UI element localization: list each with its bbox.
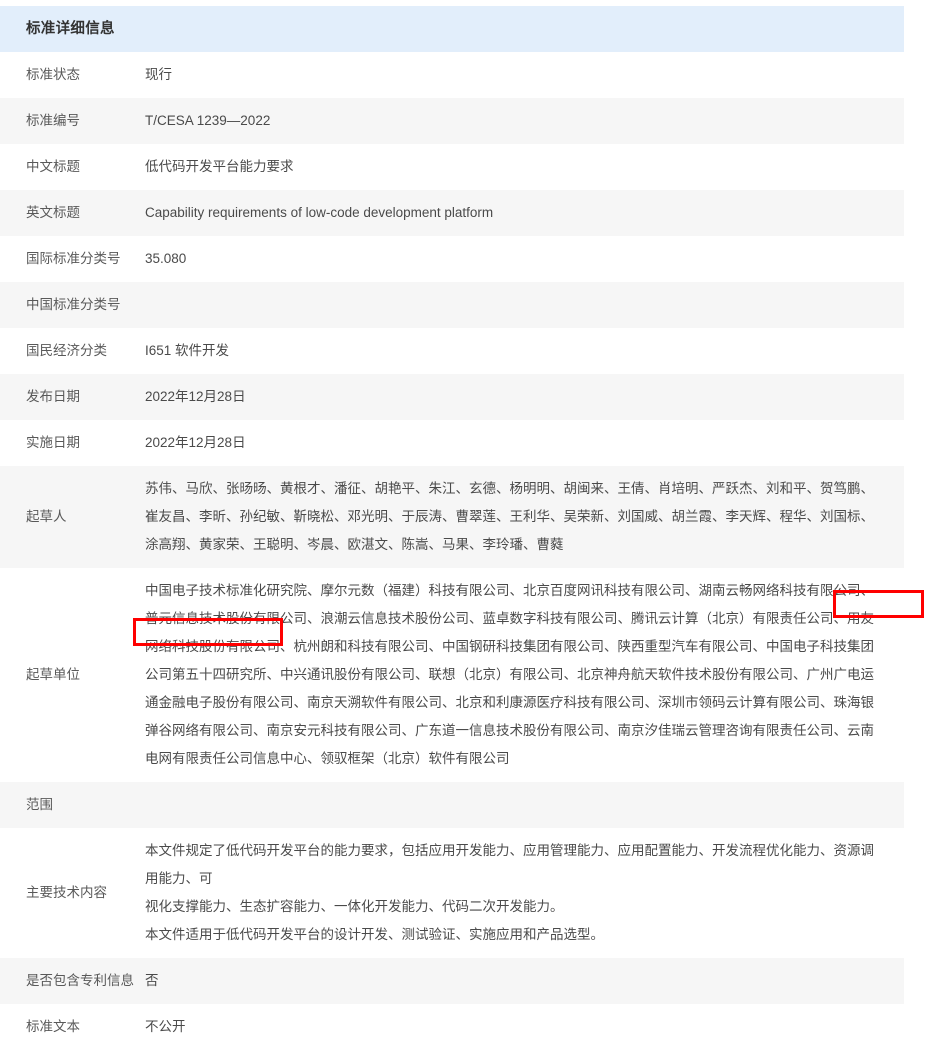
table-body: 标准详细信息 标准状态 现行 标准编号 T/CESA 1239—2022 中文标… <box>0 6 904 1050</box>
table-row-main-content: 主要技术内容 本文件规定了低代码开发平台的能力要求，包括应用开发能力、应用管理能… <box>0 828 904 958</box>
label-ics: 国际标准分类号 <box>0 236 145 282</box>
standard-detail-page: 标准详细信息 标准状态 现行 标准编号 T/CESA 1239—2022 中文标… <box>0 0 926 1050</box>
label-english-title: 英文标题 <box>0 190 145 236</box>
label-scope: 范围 <box>0 782 145 828</box>
table-row-drafters: 起草人 苏伟、马欣、张旸旸、黄根才、潘征、胡艳平、朱江、玄德、杨明明、胡闽来、王… <box>0 466 904 568</box>
value-publish-date: 2022年12月28日 <box>145 374 904 420</box>
table-row-chinese-title: 中文标题 低代码开发平台能力要求 <box>0 144 904 190</box>
label-number: 标准编号 <box>0 98 145 144</box>
main-content-line-2: 视化支撑能力、生态扩容能力、一体化开发能力、代码二次开发能力。 <box>145 899 564 914</box>
label-main-content: 主要技术内容 <box>0 828 145 958</box>
value-scope <box>145 782 904 828</box>
label-ccs: 中国标准分类号 <box>0 282 145 328</box>
value-english-title: Capability requirements of low-code deve… <box>145 190 904 236</box>
value-ccs <box>145 282 904 328</box>
label-economy-class: 国民经济分类 <box>0 328 145 374</box>
table-row-ccs: 中国标准分类号 <box>0 282 904 328</box>
value-ics: 35.080 <box>145 236 904 282</box>
main-content-line-1: 本文件规定了低代码开发平台的能力要求，包括应用开发能力、应用管理能力、应用配置能… <box>145 843 874 886</box>
table-row-standard-text: 标准文本 不公开 <box>0 1004 904 1050</box>
label-chinese-title: 中文标题 <box>0 144 145 190</box>
value-status: 现行 <box>145 52 904 98</box>
table-row-patent-info: 是否包含专利信息 否 <box>0 958 904 1004</box>
value-main-content: 本文件规定了低代码开发平台的能力要求，包括应用开发能力、应用管理能力、应用配置能… <box>145 828 904 958</box>
table-row-ics: 国际标准分类号 35.080 <box>0 236 904 282</box>
table-row-publish-date: 发布日期 2022年12月28日 <box>0 374 904 420</box>
value-standard-text: 不公开 <box>145 1004 904 1050</box>
label-effective-date: 实施日期 <box>0 420 145 466</box>
table-row-economy-class: 国民经济分类 I651 软件开发 <box>0 328 904 374</box>
table-row-scope: 范围 <box>0 782 904 828</box>
label-patent-info: 是否包含专利信息 <box>0 958 145 1004</box>
value-effective-date: 2022年12月28日 <box>145 420 904 466</box>
value-number: T/CESA 1239—2022 <box>145 98 904 144</box>
table-row-effective-date: 实施日期 2022年12月28日 <box>0 420 904 466</box>
table-header-row: 标准详细信息 <box>0 6 904 52</box>
table-row-english-title: 英文标题 Capability requirements of low-code… <box>0 190 904 236</box>
table-row-drafting-units: 起草单位 中国电子技术标准化研究院、摩尔元数（福建）科技有限公司、北京百度网讯科… <box>0 568 904 782</box>
table-row-status: 标准状态 现行 <box>0 52 904 98</box>
label-standard-text: 标准文本 <box>0 1004 145 1050</box>
page-title: 标准详细信息 <box>0 6 904 52</box>
main-content-line-3: 本文件适用于低代码开发平台的设计开发、测试验证、实施应用和产品选型。 <box>145 927 604 942</box>
value-patent-info: 否 <box>145 958 904 1004</box>
standard-detail-table: 标准详细信息 标准状态 现行 标准编号 T/CESA 1239—2022 中文标… <box>0 6 904 1050</box>
value-economy-class: I651 软件开发 <box>145 328 904 374</box>
value-drafting-units: 中国电子技术标准化研究院、摩尔元数（福建）科技有限公司、北京百度网讯科技有限公司… <box>145 568 904 782</box>
table-row-number: 标准编号 T/CESA 1239—2022 <box>0 98 904 144</box>
value-chinese-title: 低代码开发平台能力要求 <box>145 144 904 190</box>
value-drafters: 苏伟、马欣、张旸旸、黄根才、潘征、胡艳平、朱江、玄德、杨明明、胡闽来、王倩、肖培… <box>145 466 904 568</box>
label-status: 标准状态 <box>0 52 145 98</box>
label-drafting-units: 起草单位 <box>0 568 145 782</box>
label-drafters: 起草人 <box>0 466 145 568</box>
label-publish-date: 发布日期 <box>0 374 145 420</box>
